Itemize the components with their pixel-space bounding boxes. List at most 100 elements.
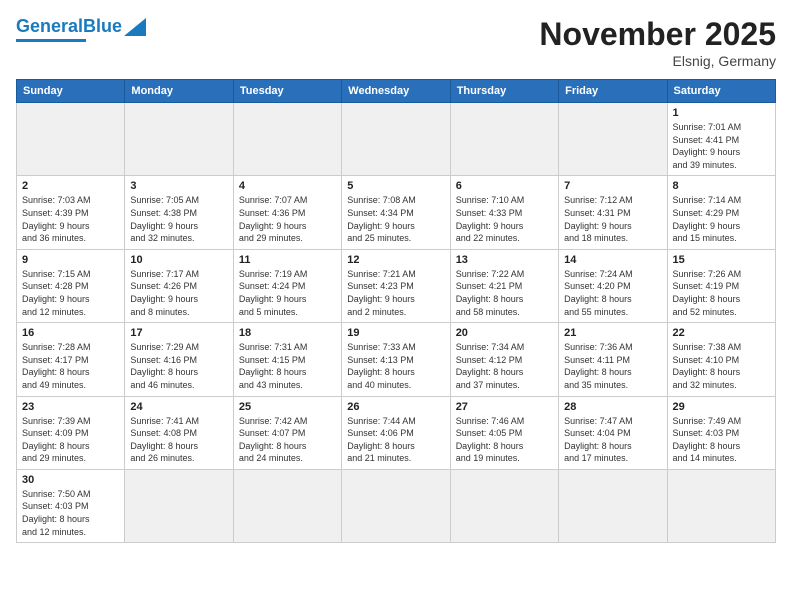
day-info: Sunrise: 7:19 AM Sunset: 4:24 PM Dayligh… (239, 268, 336, 318)
day-number: 24 (130, 401, 227, 413)
col-wednesday: Wednesday (342, 80, 450, 103)
day-info: Sunrise: 7:29 AM Sunset: 4:16 PM Dayligh… (130, 341, 227, 391)
calendar-cell (233, 469, 341, 542)
logo-text: GeneralBlue (16, 16, 122, 37)
col-thursday: Thursday (450, 80, 558, 103)
calendar-cell (559, 103, 667, 176)
calendar-cell: 14Sunrise: 7:24 AM Sunset: 4:20 PM Dayli… (559, 249, 667, 322)
day-info: Sunrise: 7:22 AM Sunset: 4:21 PM Dayligh… (456, 268, 553, 318)
day-info: Sunrise: 7:31 AM Sunset: 4:15 PM Dayligh… (239, 341, 336, 391)
title-block: November 2025 Elsnig, Germany (539, 16, 776, 69)
calendar-cell: 27 Sunrise: 7:46 AM Sunset: 4:05 PM Dayli… (450, 396, 558, 469)
col-friday: Friday (559, 80, 667, 103)
calendar-cell (667, 469, 775, 542)
day-info: Sunrise: 7:38 AM Sunset: 4:10 PM Dayligh… (673, 341, 770, 391)
calendar-cell: 19Sunrise: 7:33 AM Sunset: 4:13 PM Dayli… (342, 323, 450, 396)
calendar-header-row: Sunday Monday Tuesday Wednesday Thursday… (17, 80, 776, 103)
day-info: Sunrise: 7:46 AM Sunset: 4:05 PM Dayligh… (456, 415, 553, 465)
day-number: 16 (22, 327, 119, 339)
col-monday: Monday (125, 80, 233, 103)
calendar-cell: 24 Sunrise: 7:41 AM Sunset: 4:08 PM Dayli… (125, 396, 233, 469)
calendar-cell (559, 469, 667, 542)
day-info: Sunrise: 7:50 AM Sunset: 4:03 PM Dayligh… (22, 488, 119, 538)
day-number: 20 (456, 327, 553, 339)
calendar-cell: 23Sunrise: 7:39 AM Sunset: 4:09 PM Dayli… (17, 396, 125, 469)
col-tuesday: Tuesday (233, 80, 341, 103)
day-info: Sunrise: 7:21 AM Sunset: 4:23 PM Dayligh… (347, 268, 444, 318)
day-number: 26 (347, 401, 444, 413)
day-number: 13 (456, 254, 553, 266)
calendar-cell (342, 103, 450, 176)
logo: GeneralBlue (16, 16, 146, 42)
day-info: Sunrise: 7:42 AM Sunset: 4:07 PM Dayligh… (239, 415, 336, 465)
header: GeneralBlue November 2025 Elsnig, German… (16, 16, 776, 69)
day-number: 23 (22, 401, 119, 413)
calendar-cell: 2 Sunrise: 7:03 AM Sunset: 4:39 PM Daylig… (17, 176, 125, 249)
calendar-cell: 15Sunrise: 7:26 AM Sunset: 4:19 PM Dayli… (667, 249, 775, 322)
calendar-week-row: 30 Sunrise: 7:50 AM Sunset: 4:03 PM Dayli… (17, 469, 776, 542)
calendar-cell: 16 Sunrise: 7:28 AM Sunset: 4:17 PM Dayli… (17, 323, 125, 396)
calendar-week-row: 2 Sunrise: 7:03 AM Sunset: 4:39 PM Daylig… (17, 176, 776, 249)
day-number: 25 (239, 401, 336, 413)
calendar-cell: 29 Sunrise: 7:49 AM Sunset: 4:03 PM Dayli… (667, 396, 775, 469)
day-number: 8 (673, 180, 770, 192)
day-number: 22 (673, 327, 770, 339)
day-info: Sunrise: 7:01 AM Sunset: 4:41 PM Dayligh… (673, 121, 770, 171)
day-info: Sunrise: 7:28 AM Sunset: 4:17 PM Dayligh… (22, 341, 119, 391)
calendar-week-row: 23Sunrise: 7:39 AM Sunset: 4:09 PM Dayli… (17, 396, 776, 469)
calendar-cell: 1 Sunrise: 7:01 AM Sunset: 4:41 PM Daylig… (667, 103, 775, 176)
day-number: 6 (456, 180, 553, 192)
calendar-cell: 12 Sunrise: 7:21 AM Sunset: 4:23 PM Dayli… (342, 249, 450, 322)
day-number: 3 (130, 180, 227, 192)
title-month: November 2025 (539, 16, 776, 53)
calendar-cell: 28 Sunrise: 7:47 AM Sunset: 4:04 PM Dayli… (559, 396, 667, 469)
day-number: 27 (456, 401, 553, 413)
logo-underline (16, 39, 86, 42)
calendar-week-row: 9Sunrise: 7:15 AM Sunset: 4:28 PM Daylig… (17, 249, 776, 322)
calendar-cell: 3 Sunrise: 7:05 AM Sunset: 4:38 PM Daylig… (125, 176, 233, 249)
day-info: Sunrise: 7:12 AM Sunset: 4:31 PM Dayligh… (564, 194, 661, 244)
day-number: 17 (130, 327, 227, 339)
day-info: Sunrise: 7:41 AM Sunset: 4:08 PM Dayligh… (130, 415, 227, 465)
day-info: Sunrise: 7:08 AM Sunset: 4:34 PM Dayligh… (347, 194, 444, 244)
day-number: 2 (22, 180, 119, 192)
day-number: 28 (564, 401, 661, 413)
calendar-cell: 17 Sunrise: 7:29 AM Sunset: 4:16 PM Dayli… (125, 323, 233, 396)
day-number: 19 (347, 327, 444, 339)
calendar-week-row: 1 Sunrise: 7:01 AM Sunset: 4:41 PM Daylig… (17, 103, 776, 176)
calendar-cell (342, 469, 450, 542)
calendar-cell: 26 Sunrise: 7:44 AM Sunset: 4:06 PM Dayli… (342, 396, 450, 469)
day-info: Sunrise: 7:34 AM Sunset: 4:12 PM Dayligh… (456, 341, 553, 391)
day-info: Sunrise: 7:03 AM Sunset: 4:39 PM Dayligh… (22, 194, 119, 244)
logo-blue: Blue (83, 16, 122, 36)
logo-icon (124, 18, 146, 36)
day-info: Sunrise: 7:44 AM Sunset: 4:06 PM Dayligh… (347, 415, 444, 465)
day-info: Sunrise: 7:47 AM Sunset: 4:04 PM Dayligh… (564, 415, 661, 465)
calendar-cell: 11Sunrise: 7:19 AM Sunset: 4:24 PM Dayli… (233, 249, 341, 322)
day-number: 21 (564, 327, 661, 339)
calendar-cell: 10Sunrise: 7:17 AM Sunset: 4:26 PM Dayli… (125, 249, 233, 322)
day-info: Sunrise: 7:17 AM Sunset: 4:26 PM Dayligh… (130, 268, 227, 318)
day-info: Sunrise: 7:10 AM Sunset: 4:33 PM Dayligh… (456, 194, 553, 244)
calendar-cell: 25 Sunrise: 7:42 AM Sunset: 4:07 PM Dayli… (233, 396, 341, 469)
day-number: 30 (22, 474, 119, 486)
calendar-cell (450, 103, 558, 176)
day-number: 1 (673, 107, 770, 119)
day-info: Sunrise: 7:49 AM Sunset: 4:03 PM Dayligh… (673, 415, 770, 465)
calendar-cell: 5Sunrise: 7:08 AM Sunset: 4:34 PM Daylig… (342, 176, 450, 249)
calendar-week-row: 16 Sunrise: 7:28 AM Sunset: 4:17 PM Dayli… (17, 323, 776, 396)
calendar-cell (450, 469, 558, 542)
day-number: 18 (239, 327, 336, 339)
title-location: Elsnig, Germany (539, 53, 776, 69)
calendar-table: Sunday Monday Tuesday Wednesday Thursday… (16, 79, 776, 543)
day-number: 29 (673, 401, 770, 413)
calendar-cell: 6 Sunrise: 7:10 AM Sunset: 4:33 PM Daylig… (450, 176, 558, 249)
day-info: Sunrise: 7:05 AM Sunset: 4:38 PM Dayligh… (130, 194, 227, 244)
day-info: Sunrise: 7:07 AM Sunset: 4:36 PM Dayligh… (239, 194, 336, 244)
day-number: 12 (347, 254, 444, 266)
calendar-cell: 22 Sunrise: 7:38 AM Sunset: 4:10 PM Dayli… (667, 323, 775, 396)
calendar-cell: 8Sunrise: 7:14 AM Sunset: 4:29 PM Daylig… (667, 176, 775, 249)
calendar-cell: 20 Sunrise: 7:34 AM Sunset: 4:12 PM Dayli… (450, 323, 558, 396)
day-number: 7 (564, 180, 661, 192)
col-saturday: Saturday (667, 80, 775, 103)
